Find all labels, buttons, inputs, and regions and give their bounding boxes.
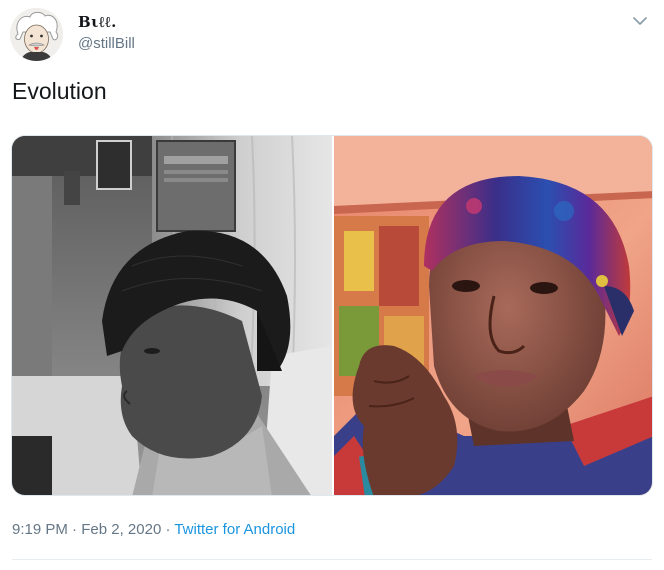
bottom-divider [12,559,652,560]
meta-separator-1: · [67,521,82,538]
author-display-name[interactable]: Bιℓℓ. [78,13,117,32]
tweet-meta: 9:19 PM · Feb 2, 2020 · Twitter for Andr… [12,521,295,538]
grayscale-portrait-photo[interactable] [12,136,332,495]
tweet-card: Bιℓℓ. @stillBill Evolution 9:19 PM · Feb… [0,0,664,570]
chevron-down-icon[interactable] [632,14,648,26]
tweet-time[interactable]: 9:19 PM [12,521,68,538]
tweet-source-link[interactable]: Twitter for Android [174,521,295,538]
tweet-media[interactable] [11,135,653,496]
author-avatar[interactable] [10,8,63,61]
meta-separator-2: · [161,521,175,538]
tweet-text: Evolution [12,78,107,104]
color-selfie-photo[interactable] [334,136,652,495]
avatar-illustration [10,8,63,61]
author-handle[interactable]: @stillBill [78,35,135,52]
tweet-date[interactable]: Feb 2, 2020 [81,521,161,538]
